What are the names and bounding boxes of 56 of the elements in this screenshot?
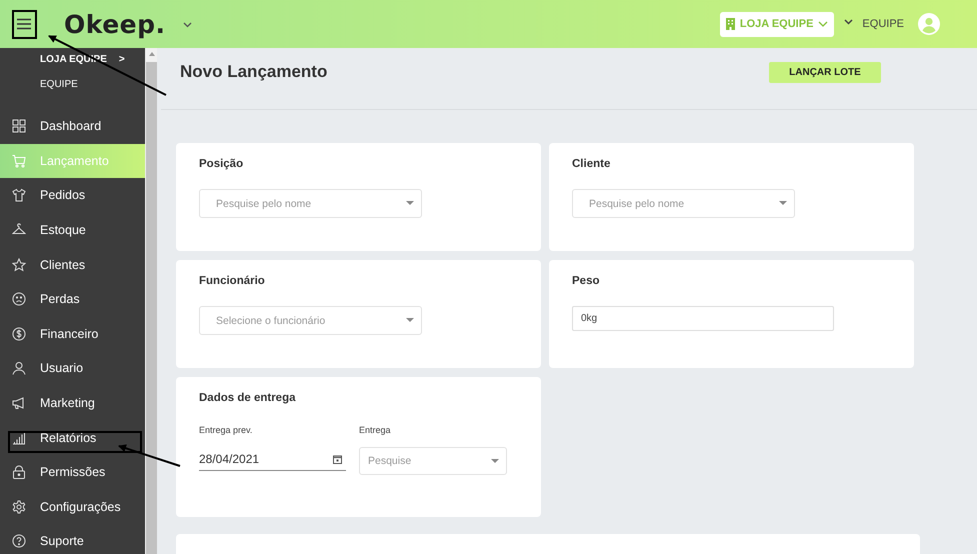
nav-item[interactable]: Dashboard xyxy=(0,109,145,144)
chevron-icon xyxy=(818,21,828,27)
field-label: Entrega xyxy=(359,425,392,435)
cart-icon xyxy=(12,154,26,168)
page-title: Novo Lançamento xyxy=(180,62,328,82)
nav-item[interactable]: Configurações xyxy=(0,490,145,524)
person-icon xyxy=(12,361,26,376)
team-name[interactable]: EQUIPE xyxy=(0,79,78,90)
nav-item[interactable]: Clientes xyxy=(0,247,145,282)
scrollbar[interactable] xyxy=(145,48,157,554)
menu-icon xyxy=(17,18,31,30)
nav-item[interactable]: Marketing xyxy=(0,386,145,420)
card-title: Funcionário xyxy=(199,275,266,287)
nav-item[interactable]: Financeiro xyxy=(0,316,145,352)
nav-item[interactable]: Pedidos xyxy=(0,178,145,213)
launch-batch-button[interactable]: LANÇAR LOTE xyxy=(769,62,881,83)
select-field[interactable]: Pesquise xyxy=(359,447,507,475)
nav-item[interactable]: Usuario xyxy=(0,351,145,386)
dollar-icon xyxy=(12,326,26,341)
card-title: Dados de entrega xyxy=(199,392,296,404)
caret-icon[interactable] xyxy=(406,201,414,205)
card-title: Cliente xyxy=(572,158,612,170)
nav-item[interactable]: Perdas xyxy=(0,282,145,317)
face-icon xyxy=(12,292,26,306)
store-arrow[interactable]: > xyxy=(118,54,125,65)
caret-icon[interactable] xyxy=(406,318,414,322)
text-field[interactable]: 0kg xyxy=(572,306,834,331)
star-icon xyxy=(12,258,26,272)
card-title: Peso xyxy=(572,275,600,287)
card-title: Posição xyxy=(199,158,244,170)
select-field[interactable]: Pesquise pelo nome xyxy=(199,189,422,218)
help-icon xyxy=(12,534,26,548)
logo: Okeep. xyxy=(64,10,166,38)
caret-icon[interactable] xyxy=(491,459,499,463)
nav-item[interactable]: Relatórios xyxy=(0,420,145,455)
chevron-icon[interactable] xyxy=(182,22,192,28)
gear-icon xyxy=(12,500,26,514)
nav-item[interactable]: Estoque xyxy=(0,212,145,248)
select-field[interactable]: Pesquise pelo nome xyxy=(572,189,795,218)
nav-item[interactable]: Permissões xyxy=(0,454,145,490)
nav-item[interactable]: Suporte xyxy=(0,524,145,554)
shirt-icon xyxy=(12,188,26,202)
bar-chart-icon xyxy=(12,430,26,445)
field-label: Entrega prev. xyxy=(199,425,254,435)
calendar-icon[interactable] xyxy=(333,455,342,464)
annotation-arrow xyxy=(118,444,180,467)
select-field[interactable]: Selecione o funcionário xyxy=(199,306,422,335)
padlock-icon xyxy=(12,465,26,480)
chevron-icon[interactable] xyxy=(844,19,854,25)
scroll-up-icon[interactable] xyxy=(148,52,154,56)
highlight-box xyxy=(12,10,37,39)
user-name[interactable]: EQUIPE xyxy=(862,18,904,30)
building-icon xyxy=(726,18,735,30)
caret-icon[interactable] xyxy=(779,201,787,205)
grid-icon xyxy=(12,119,26,134)
megaphone-icon xyxy=(12,396,26,410)
